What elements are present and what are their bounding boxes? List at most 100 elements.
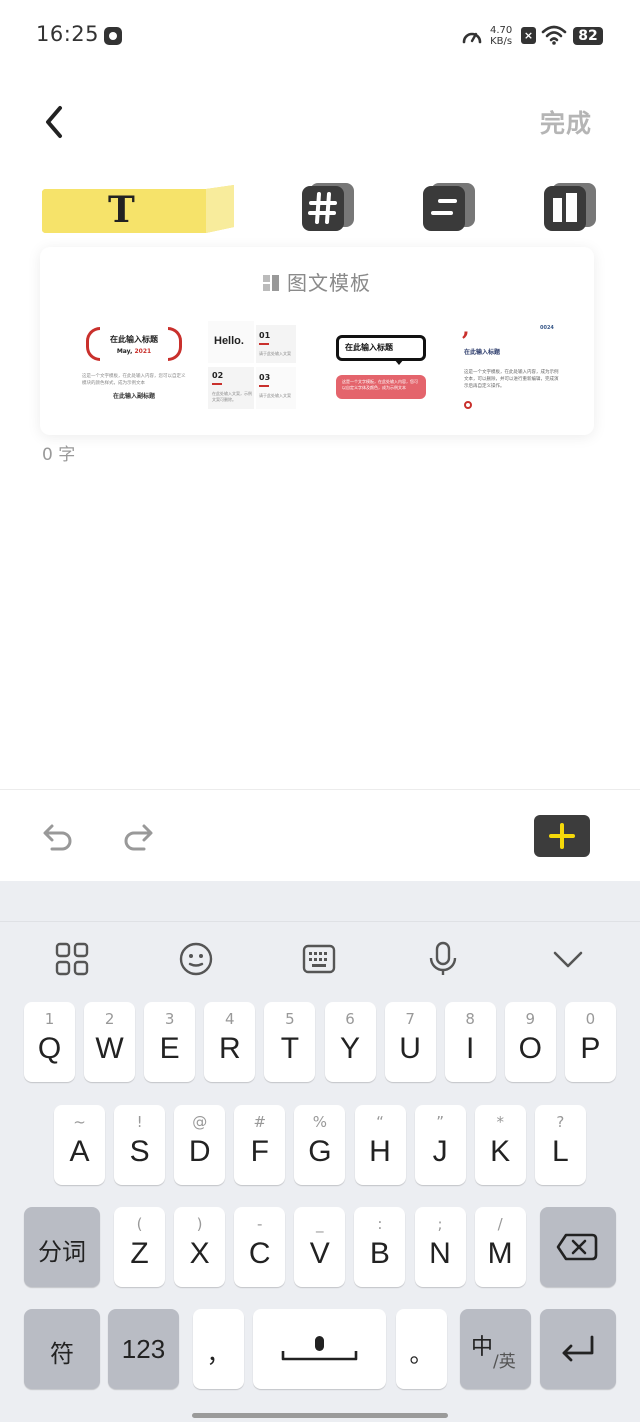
template-card-2[interactable]: Hello. 01 请于此处输入文案 02 在此处输入文案，示例文案可删除。 0…	[208, 321, 298, 413]
word-count: 0 字	[42, 445, 76, 465]
template-card-4[interactable]: , 0024 在此输入标题 这是一个文字模板，在此处输入内容，成为示例文本，可以…	[460, 315, 578, 413]
add-button[interactable]	[534, 815, 590, 857]
panel-layout-icon[interactable]	[544, 183, 596, 231]
key-s[interactable]: ! S	[114, 1105, 166, 1185]
period-key[interactable]: 。	[396, 1309, 447, 1389]
align-lines-icon[interactable]	[423, 183, 475, 231]
network-speed-unit: KB/s	[490, 36, 513, 47]
backspace-icon	[556, 1233, 598, 1261]
grid-menu-icon[interactable]	[54, 941, 90, 977]
key-s-label: S	[129, 1135, 150, 1168]
key-l-hint: ?	[556, 1113, 565, 1131]
enter-key[interactable]	[540, 1309, 616, 1389]
key-b-hint: :	[377, 1215, 383, 1233]
template-2-greeting: Hello.	[214, 335, 244, 347]
key-m-label: M	[487, 1237, 513, 1270]
chevron-left-icon[interactable]	[38, 102, 74, 142]
battery-icon: 82	[573, 27, 603, 45]
template-1-date-year: 2021	[134, 348, 152, 355]
microphone-icon[interactable]	[425, 941, 461, 977]
template-4-quote: ,	[462, 315, 470, 341]
key-v-hint: _	[316, 1215, 324, 1233]
template-2-item-3-num: 03	[259, 373, 271, 382]
key-z-hint: (	[136, 1215, 143, 1233]
key-r-label: R	[218, 1032, 241, 1065]
numbers-key-label: 123	[121, 1334, 166, 1364]
key-t-hint: 5	[285, 1010, 295, 1028]
key-g-hint: %	[312, 1113, 328, 1131]
numbers-key[interactable]: 123	[108, 1309, 179, 1389]
comma-key-label: ，	[206, 1340, 231, 1368]
key-f[interactable]: # F	[234, 1105, 286, 1185]
key-f-hint: #	[253, 1113, 267, 1131]
key-n[interactable]: ; N	[414, 1207, 466, 1287]
comma-key[interactable]: ，	[193, 1309, 244, 1389]
key-a-label: A	[69, 1135, 90, 1168]
undo-icon[interactable]	[40, 818, 76, 854]
key-q[interactable]: 1Q	[24, 1002, 75, 1082]
key-v[interactable]: _ V	[294, 1207, 346, 1287]
template-4-dot-icon	[464, 401, 472, 409]
collapse-chevron-icon[interactable]	[550, 941, 586, 977]
template-2-item-2-text: 在此处输入文案，示例文案可删除。	[212, 391, 252, 402]
key-p-label: P	[580, 1032, 601, 1065]
key-m[interactable]: / M	[474, 1207, 526, 1287]
template-3-title: 在此输入标题	[345, 343, 393, 352]
period-key-label: 。	[409, 1340, 434, 1368]
keyboard-icon[interactable]	[301, 941, 337, 977]
text-style-icon	[42, 185, 234, 233]
template-card-1[interactable]: 在此输入标题 May, 2021 这是一个文字模板，在此处输入内容，您可以自定义…	[78, 321, 190, 413]
key-z-label: Z	[130, 1237, 149, 1270]
template-1-subtitle: 在此输入副标题	[112, 393, 155, 400]
key-t[interactable]: 5T	[264, 1002, 316, 1082]
key-d[interactable]: @ D	[174, 1105, 226, 1185]
key-a-hint: ~	[73, 1113, 86, 1131]
text-style-tool[interactable]: T	[42, 183, 234, 233]
key-c[interactable]: -C	[234, 1207, 286, 1287]
key-h[interactable]: “H	[354, 1105, 406, 1185]
key-y[interactable]: 6Y	[324, 1002, 376, 1082]
key-o[interactable]: 9O	[504, 1002, 556, 1082]
plus-icon	[549, 823, 575, 849]
template-panel-header: 图文模板	[40, 267, 594, 296]
key-t-label: T	[280, 1032, 300, 1065]
key-s-hint: !	[136, 1113, 143, 1131]
template-2-item-2-num: 02	[212, 371, 224, 380]
key-z[interactable]: (Z	[114, 1207, 165, 1287]
language-switch-key[interactable]: 中 /英	[460, 1309, 531, 1389]
key-u-hint: 7	[405, 1010, 415, 1028]
key-d-label: D	[188, 1135, 211, 1168]
symbols-key[interactable]: 符	[24, 1309, 100, 1389]
key-l[interactable]: ? L	[534, 1105, 586, 1185]
backspace-key[interactable]	[540, 1207, 616, 1287]
space-key[interactable]	[253, 1309, 386, 1389]
template-card-3[interactable]: 在此输入标题 这是一个文字模板，在此处输入内容，您可以自定义字体及颜色，成为示例…	[334, 321, 430, 413]
key-w[interactable]: 2W	[84, 1002, 136, 1082]
key-k[interactable]: * K	[474, 1105, 526, 1185]
key-k-label: K	[490, 1135, 511, 1168]
key-x[interactable]: ) X	[174, 1207, 226, 1287]
key-i[interactable]: 8I	[444, 1002, 496, 1082]
key-a[interactable]: ~ A	[54, 1105, 105, 1185]
done-button[interactable]: 完成	[540, 104, 592, 140]
redo-icon[interactable]	[120, 818, 156, 854]
key-r[interactable]: 4R	[204, 1002, 256, 1082]
key-g[interactable]: % G	[294, 1105, 346, 1185]
key-p[interactable]: 0P	[564, 1002, 616, 1082]
hash-icon[interactable]	[302, 183, 354, 231]
key-l-label: L	[551, 1135, 569, 1168]
key-k-hint: *	[496, 1113, 504, 1131]
key-y-label: Y	[339, 1032, 360, 1065]
template-1-date-prefix: May,	[116, 348, 133, 355]
key-q-label: Q	[37, 1032, 62, 1065]
key-j[interactable]: ” J	[414, 1105, 466, 1185]
emoji-icon[interactable]	[178, 941, 214, 977]
key-o-label: O	[518, 1032, 542, 1065]
key-b[interactable]: :B	[354, 1207, 406, 1287]
key-d-hint: @	[192, 1113, 208, 1131]
key-u[interactable]: 7U	[384, 1002, 436, 1082]
template-2-item-1-num: 01	[259, 331, 271, 340]
key-r-hint: 4	[225, 1010, 235, 1028]
segment-key[interactable]: 分词	[24, 1207, 100, 1287]
key-e[interactable]: 3E	[144, 1002, 196, 1082]
